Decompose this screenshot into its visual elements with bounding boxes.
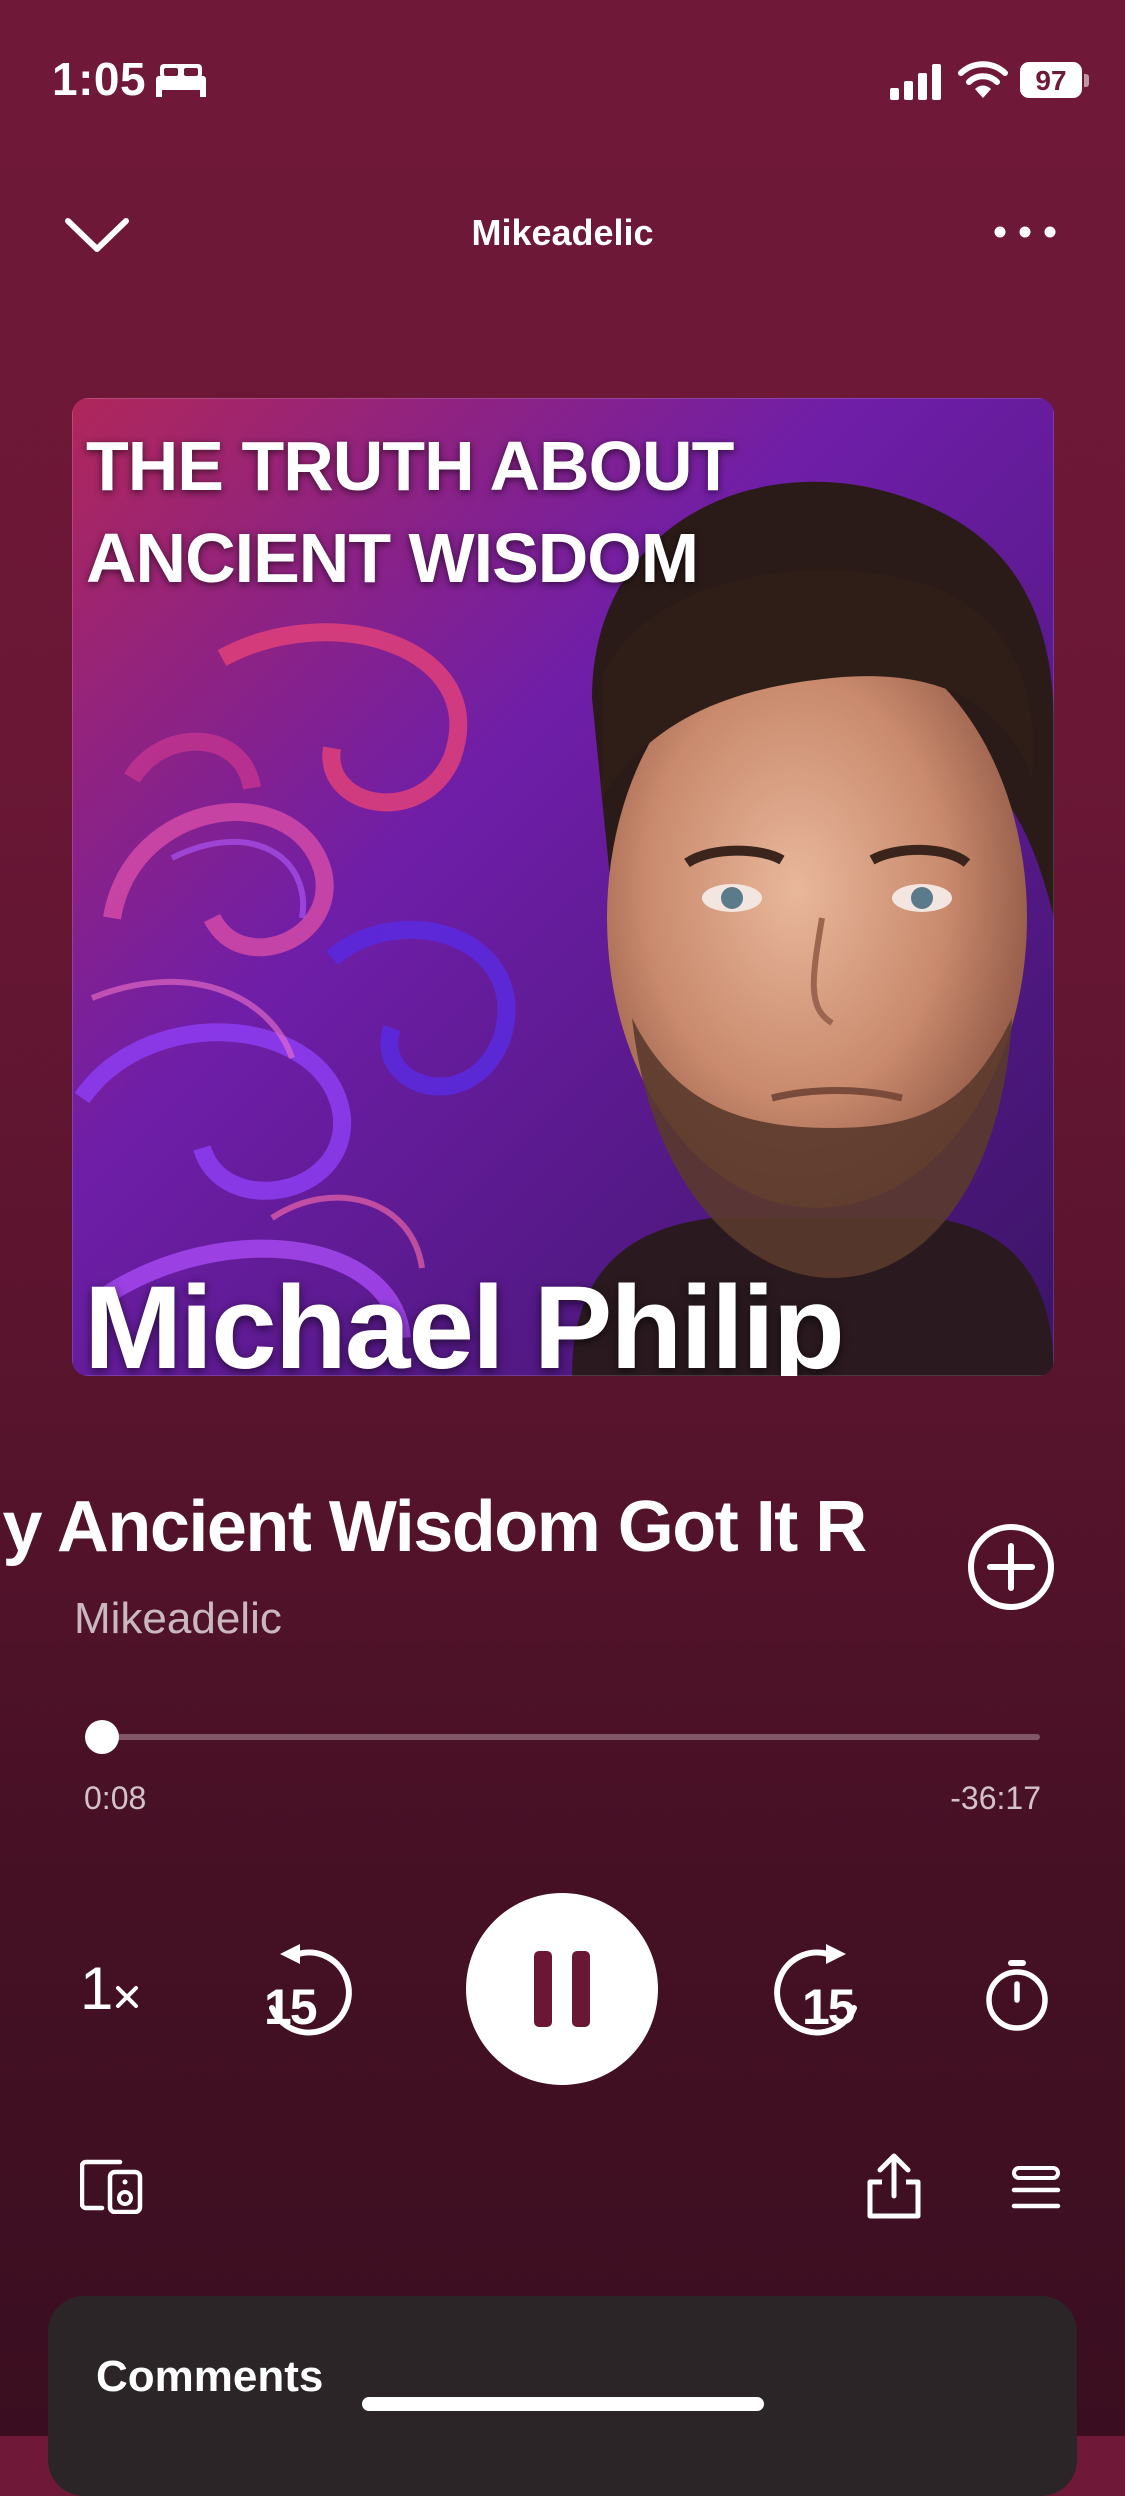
- progress-scrubber[interactable]: [84, 1720, 119, 1754]
- more-icon[interactable]: [990, 210, 1060, 254]
- pause-icon: [534, 1951, 590, 2027]
- battery-icon: 97: [1020, 60, 1090, 102]
- remaining-time: -36:17: [950, 1780, 1041, 1816]
- skip-forward-15-button[interactable]: 15: [772, 1940, 868, 2044]
- devices-icon[interactable]: [80, 2158, 144, 2214]
- pause-button[interactable]: [466, 1893, 658, 2085]
- status-time: 1:05: [52, 53, 147, 105]
- header-title: Mikeadelic: [471, 212, 654, 253]
- home-indicator[interactable]: [362, 2397, 764, 2411]
- skip-back-15-button[interactable]: 15: [258, 1940, 354, 2044]
- progress-track[interactable]: [98, 1734, 1040, 1740]
- wifi-icon: [958, 61, 1008, 98]
- speed-icon: [116, 1986, 138, 2008]
- artwork-title-line-2: ANCIENT WISDOM: [86, 519, 699, 597]
- add-to-library-icon[interactable]: [966, 1522, 1056, 1612]
- episode-artwork: THE TRUTH ABOUT ANCIENT WISDOM Michael P…: [72, 398, 1054, 1376]
- comments-heading: Comments: [96, 2352, 324, 2401]
- skip-forward-seconds: 15: [802, 1979, 856, 2035]
- episode-title-marquee: hy Ancient Wisdom Got It R: [0, 1486, 920, 1586]
- artwork-title-line-1: THE TRUTH ABOUT: [86, 427, 734, 505]
- share-icon[interactable]: [862, 2150, 926, 2222]
- signal-icon: [890, 64, 941, 100]
- playback-speed-button[interactable]: 1: [72, 1950, 162, 2030]
- artwork-title: THE TRUTH ABOUT ANCIENT WISDOM: [86, 420, 734, 604]
- queue-icon[interactable]: [1010, 2164, 1062, 2212]
- show-name[interactable]: Mikeadelic: [74, 1594, 282, 1644]
- speed-value: 1: [80, 1955, 114, 2022]
- battery-level: 97: [1020, 62, 1082, 98]
- sleep-focus-icon: [156, 64, 206, 97]
- sleep-timer-icon[interactable]: [982, 1958, 1052, 2032]
- skip-back-seconds: 15: [264, 1979, 318, 2035]
- elapsed-time: 0:08: [84, 1780, 147, 1816]
- comments-panel[interactable]: Comments: [48, 2296, 1077, 2496]
- artwork-guest-name: Michael Philip: [84, 1262, 845, 1376]
- episode-title: hy Ancient Wisdom Got It R: [0, 1487, 867, 1567]
